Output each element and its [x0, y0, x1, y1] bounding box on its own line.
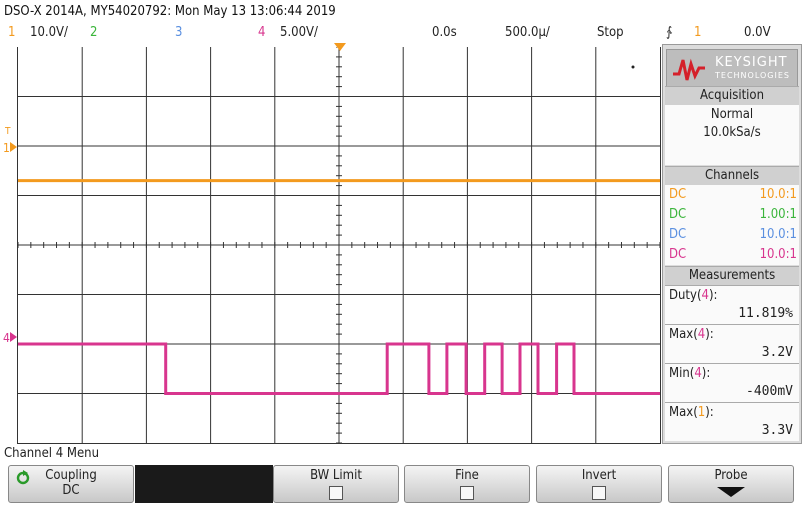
- ch3-probe: 10.0:1: [759, 227, 797, 242]
- measurement-value: -400mV: [746, 384, 793, 399]
- ch4-number[interactable]: 4: [258, 25, 265, 40]
- trigger-edge-icon[interactable]: ∱: [666, 25, 672, 40]
- ch2-probe: 1.00:1: [759, 207, 797, 222]
- measurement-value: 11.819%: [738, 306, 793, 321]
- ch1-ground-arrow-icon: [10, 142, 17, 152]
- ch4-scale[interactable]: 5.00V/: [280, 25, 318, 40]
- ch3-coupling: DC: [669, 227, 687, 242]
- trigger-level[interactable]: 0.0V: [744, 25, 771, 40]
- channel-row-2: DC 1.00:1: [669, 205, 799, 225]
- checkbox[interactable]: [329, 486, 343, 500]
- measurement-label: Duty(4):: [669, 288, 718, 303]
- logo-subtitle: TECHNOLOGIES: [715, 71, 790, 80]
- measurement-label: Max(4):: [669, 327, 714, 342]
- ch4-ground-marker[interactable]: 4: [3, 331, 10, 345]
- channel-row-1: DC 10.0:1: [669, 185, 799, 205]
- ch4-probe: 10.0:1: [759, 247, 797, 262]
- ch1-coupling: DC: [669, 187, 687, 202]
- channels-header: Channels: [665, 166, 799, 185]
- fine-softkey[interactable]: Fine: [404, 465, 530, 503]
- ch1-scale[interactable]: 10.0V/: [30, 25, 68, 40]
- channels-section: DC 10.0:1 DC 1.00:1 DC 10.0:1 DC 10.0:1: [665, 185, 799, 265]
- trigger-source[interactable]: 1: [694, 25, 701, 40]
- graticule: [18, 47, 660, 443]
- probe-softkey[interactable]: Probe: [668, 465, 794, 503]
- invert-softkey[interactable]: Invert: [536, 465, 662, 503]
- logo-brand: KEYSIGHT: [715, 55, 788, 70]
- measurement-3: Min(4): -400mV: [665, 363, 799, 402]
- waveform-display[interactable]: [17, 47, 661, 444]
- bw-limit-softkey[interactable]: BW Limit: [273, 465, 399, 503]
- menu-title: Channel 4 Menu: [4, 446, 100, 461]
- measurement-label: Min(4):: [669, 366, 711, 381]
- coupling-softkey[interactable]: Coupling DC: [8, 465, 134, 503]
- ch1-probe: 10.0:1: [759, 187, 797, 202]
- softkey-label: Fine: [455, 468, 479, 483]
- trigger-level-marker[interactable]: T: [5, 126, 11, 137]
- time-delay[interactable]: 0.0s: [432, 25, 457, 40]
- ch2-coupling: DC: [669, 207, 687, 222]
- empty-softkey: [135, 465, 273, 503]
- measurements-header: Measurements: [665, 266, 799, 285]
- cycle-arrow-icon: [16, 470, 30, 485]
- measurement-value: 3.2V: [761, 345, 793, 360]
- measurement-value: 3.3V: [761, 423, 793, 438]
- keysight-wave-icon: [673, 58, 705, 81]
- marker-dot: [631, 65, 635, 69]
- channel-row-4: DC 10.0:1: [669, 245, 799, 265]
- time-scale[interactable]: 500.0µ/: [505, 25, 550, 40]
- acquisition-section: Normal 10.0kSa/s: [665, 105, 799, 165]
- channel-row-3: DC 10.0:1: [669, 225, 799, 245]
- window-title: DSO-X 2014A, MY54020792: Mon May 13 13:0…: [4, 4, 336, 19]
- measurement-4: Max(1): 3.3V: [665, 402, 799, 441]
- acquisition-header: Acquisition: [665, 86, 799, 105]
- checkbox[interactable]: [460, 486, 474, 500]
- ch1-ground-marker[interactable]: 1: [3, 141, 10, 155]
- keysight-logo: KEYSIGHT TECHNOLOGIES: [666, 49, 798, 87]
- run-state[interactable]: Stop: [597, 25, 624, 40]
- ch4-coupling: DC: [669, 247, 687, 262]
- sample-rate: 10.0kSa/s: [703, 125, 761, 140]
- acquisition-mode: Normal: [710, 107, 754, 122]
- side-panel: KEYSIGHT TECHNOLOGIES Acquisition Normal…: [662, 44, 802, 444]
- checkbox[interactable]: [592, 486, 606, 500]
- measurement-2: Max(4): 3.2V: [665, 324, 799, 363]
- ch3-number[interactable]: 3: [175, 25, 182, 40]
- softkey-label: BW Limit: [310, 468, 362, 483]
- measurement-1: Duty(4): 11.819%: [665, 285, 799, 324]
- softkey-label: Invert: [581, 468, 617, 483]
- softkey-label: Probe: [714, 468, 748, 483]
- ch1-number[interactable]: 1: [8, 25, 15, 40]
- ch4-ground-arrow-icon: [10, 332, 17, 342]
- trigger-position-marker-icon[interactable]: [334, 43, 346, 52]
- ch2-number[interactable]: 2: [90, 25, 97, 40]
- measurement-label: Max(1):: [669, 405, 714, 420]
- down-arrow-icon: [717, 487, 745, 497]
